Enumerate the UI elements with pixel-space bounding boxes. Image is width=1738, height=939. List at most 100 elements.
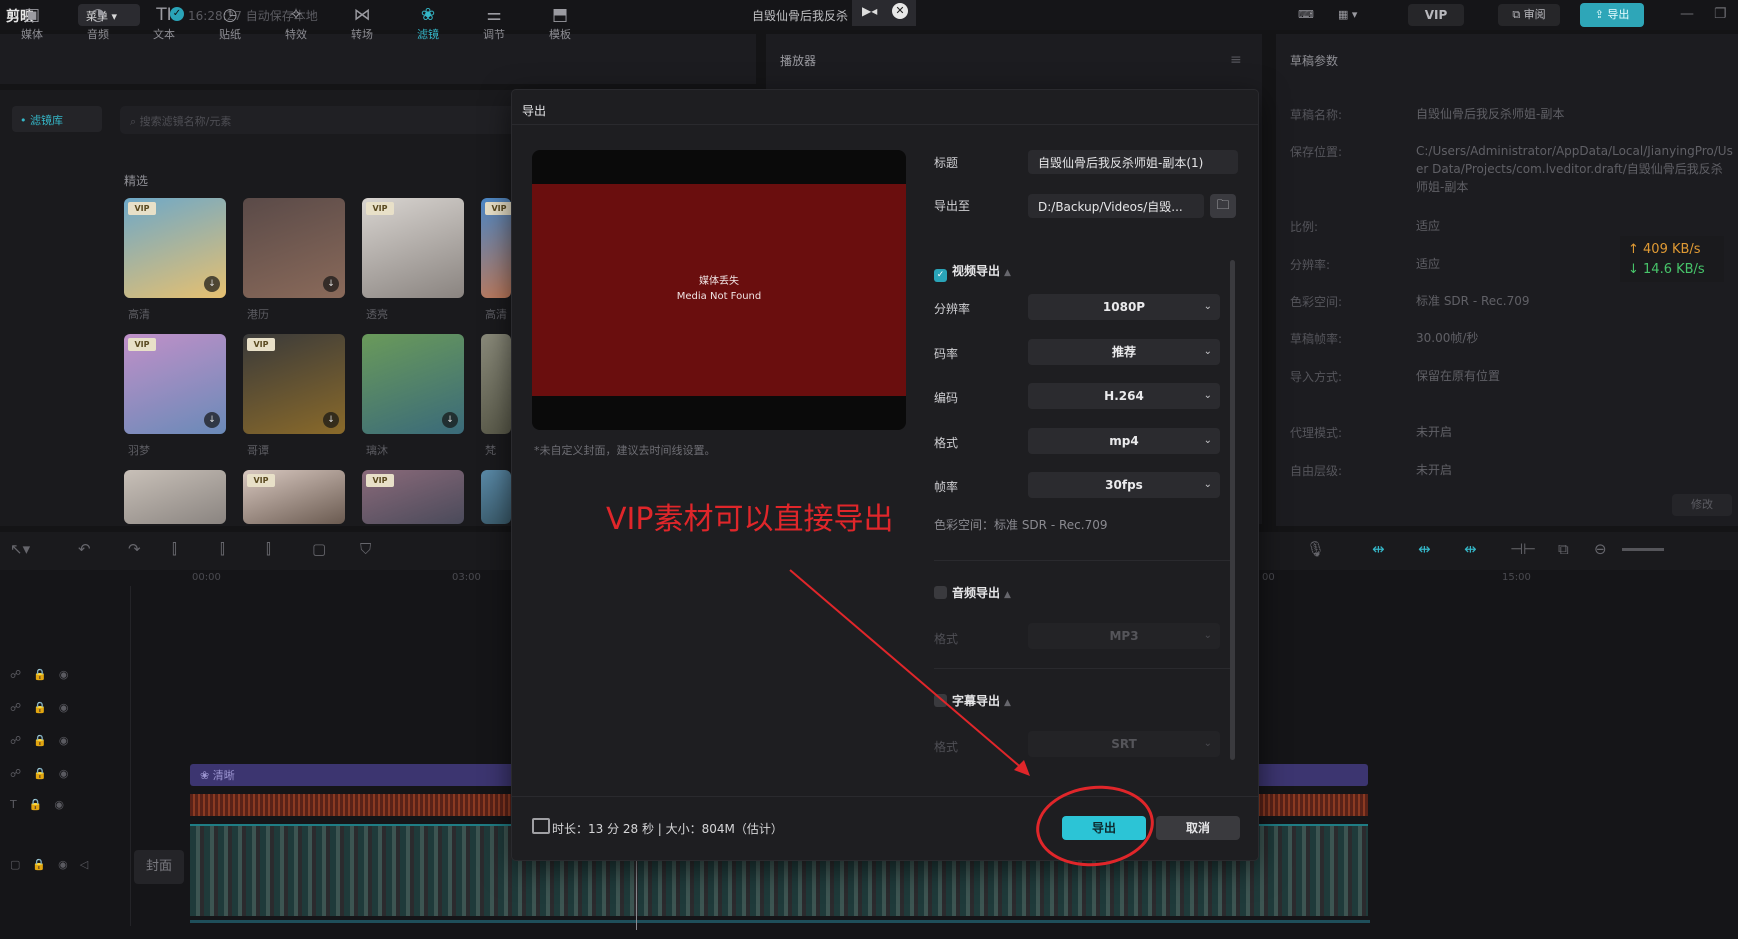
vip-tag: VIP: [485, 202, 513, 215]
filter-thumb[interactable]: VIP: [362, 198, 464, 298]
duration-size-info: 时长：13 分 28 秒 | 大小：804M（估计）: [552, 822, 783, 836]
dialog-scrollbar[interactable]: [1230, 260, 1235, 760]
toolbar-label: 音频: [87, 28, 109, 41]
audio-format-select[interactable]: MP3 ⌄: [1028, 623, 1220, 649]
split-icon[interactable]: ⫿: [172, 540, 177, 558]
format-select[interactable]: mp4 ⌄: [1028, 428, 1220, 454]
chevron-down-icon: ⌄: [1203, 301, 1212, 312]
split-left-icon[interactable]: ⫿: [220, 540, 225, 558]
toolbar-filter[interactable]: ❀ 滤镜: [398, 4, 458, 42]
bitrate-select[interactable]: 推荐 ⌄: [1028, 339, 1220, 365]
top-export-button[interactable]: ⇪ 导出: [1580, 3, 1644, 27]
track-controls[interactable]: ☍🔒◉: [10, 701, 80, 714]
toolbar-label: 滤镜: [417, 28, 439, 41]
filter-label: 哥谭: [247, 444, 269, 457]
download-icon[interactable]: ↓: [442, 412, 458, 428]
shortcut-icon[interactable]: ⌨: [1290, 4, 1322, 26]
track-controls[interactable]: ▢🔒◉◁: [10, 858, 100, 871]
filter-thumb[interactable]: VIP: [243, 470, 345, 524]
folder-icon[interactable]: 🗀: [1210, 194, 1236, 218]
minimize-icon[interactable]: —: [1680, 6, 1694, 22]
snap-icon[interactable]: ⇹: [1464, 540, 1477, 558]
zoom-out-icon[interactable]: ⊖: [1594, 540, 1607, 558]
vip-badge[interactable]: VIP: [1408, 4, 1464, 26]
redo-icon[interactable]: ↷: [128, 540, 141, 558]
filter-thumb[interactable]: ↓: [243, 198, 345, 298]
select-tool-icon[interactable]: ↖▾: [10, 540, 30, 558]
split-right-icon[interactable]: ⫿: [266, 540, 271, 558]
filter-label: 璃沐: [366, 444, 388, 457]
transition-icon: ⋈: [353, 5, 371, 25]
text-icon: TI: [156, 5, 172, 25]
filter-thumb[interactable]: [481, 470, 511, 524]
export-path-input[interactable]: D:/Backup/Videos/自毁...: [1028, 194, 1204, 218]
toolbar-label: 贴纸: [219, 28, 241, 41]
toolbar-transition[interactable]: ⋈ 转场: [332, 4, 392, 42]
toolbar-label: 特效: [285, 28, 307, 41]
download-icon[interactable]: ↓: [204, 412, 220, 428]
edit-params-button[interactable]: 修改: [1672, 494, 1732, 516]
filter-thumb[interactable]: VIP: [362, 470, 464, 524]
microphone-icon[interactable]: 🎙: [1306, 540, 1325, 558]
toolbar-text[interactable]: TI 文本: [134, 4, 194, 42]
track-controls[interactable]: T🔒◉: [10, 798, 76, 811]
toolbar-media[interactable]: ▣ 媒体: [2, 4, 62, 42]
timeline-scrollbar[interactable]: [190, 920, 1370, 923]
preview-icon[interactable]: ⧉: [1558, 540, 1569, 558]
checkbox-checked-icon[interactable]: ✓: [934, 269, 947, 282]
toolbar-adjust[interactable]: ⚌ 调节: [464, 4, 524, 42]
filter-thumb[interactable]: [481, 334, 511, 434]
resolution-select[interactable]: 1080P ⌄: [1028, 294, 1220, 320]
sidebar-item-filter-library[interactable]: • 滤镜库: [12, 106, 102, 132]
download-icon[interactable]: ↓: [323, 412, 339, 428]
filter-thumb[interactable]: VIP: [481, 198, 513, 298]
collapse-icon[interactable]: ▲: [1004, 268, 1011, 278]
filter-thumb[interactable]: VIP ↓: [243, 334, 345, 434]
codec-select[interactable]: H.264 ⌄: [1028, 383, 1220, 409]
mini-player-icon[interactable]: ▶◂: [862, 4, 877, 18]
download-icon[interactable]: ↓: [204, 276, 220, 292]
track-controls[interactable]: ☍🔒◉: [10, 767, 80, 780]
filter-thumb[interactable]: VIP ↓: [124, 198, 226, 298]
toolbar-label: 媒体: [21, 28, 43, 41]
track-divider: [130, 586, 131, 926]
filter-thumb[interactable]: ↓: [362, 334, 464, 434]
chevron-down-icon: ⌄: [1203, 738, 1212, 749]
fps-select[interactable]: 30fps ⌄: [1028, 472, 1220, 498]
toolbar-sticker[interactable]: ◷ 贴纸: [200, 4, 260, 42]
video-export-toggle[interactable]: ✓ 视频导出 ▲: [934, 262, 1011, 282]
param-value: 标准 SDR - Rec.709: [1416, 294, 1530, 308]
review-button[interactable]: ⧉ 审阅: [1498, 4, 1560, 26]
filter-thumb[interactable]: VIP ↓: [124, 334, 226, 434]
mark-icon[interactable]: ⛉: [360, 540, 371, 558]
menu-icon[interactable]: ≡: [1230, 52, 1242, 68]
sidebar-item-label: 滤镜库: [30, 114, 63, 127]
filter-thumb[interactable]: [124, 470, 226, 524]
track-controls[interactable]: ☍🔒◉: [10, 668, 80, 681]
toolbar-effects[interactable]: ✧ 特效: [266, 4, 326, 42]
toolbar-audio[interactable]: ◔ 音频: [68, 4, 128, 42]
close-icon[interactable]: ✕: [892, 3, 908, 19]
cover-preview[interactable]: 媒体丢失 Media Not Found: [532, 150, 906, 430]
layout-icon[interactable]: ▦ ▾: [1330, 4, 1365, 26]
ruler-tick: 15:00: [1502, 572, 1531, 583]
title-input[interactable]: 自毁仙骨后我反杀师姐-副本(1): [1028, 150, 1238, 174]
toolbar-template[interactable]: ⬒ 模板: [530, 4, 590, 42]
download-icon[interactable]: ↓: [323, 276, 339, 292]
codec-label: 编码: [934, 391, 959, 405]
cancel-button[interactable]: 取消: [1156, 816, 1240, 840]
magnet-icon[interactable]: ⇹: [1418, 540, 1431, 558]
maximize-icon[interactable]: ❐: [1714, 6, 1727, 22]
upload-speed: ↑ 409 KB/s: [1628, 242, 1701, 257]
cover-button[interactable]: 封面: [134, 850, 184, 884]
undo-icon[interactable]: ↶: [78, 540, 91, 558]
zoom-slider[interactable]: [1622, 548, 1664, 551]
subtitle-format-select[interactable]: SRT ⌄: [1028, 731, 1220, 757]
delete-icon[interactable]: ▢: [312, 540, 326, 558]
track-controls[interactable]: ☍🔒◉: [10, 734, 80, 747]
search-input[interactable]: ⌕ 搜索滤镜名称/元素: [120, 106, 520, 134]
link-icon[interactable]: ⇹: [1372, 540, 1385, 558]
toolbar-label: 调节: [483, 28, 505, 41]
align-icon[interactable]: ⊣⊢: [1510, 540, 1536, 558]
mini-player-bar[interactable]: ▶◂ ✕: [852, 0, 916, 26]
